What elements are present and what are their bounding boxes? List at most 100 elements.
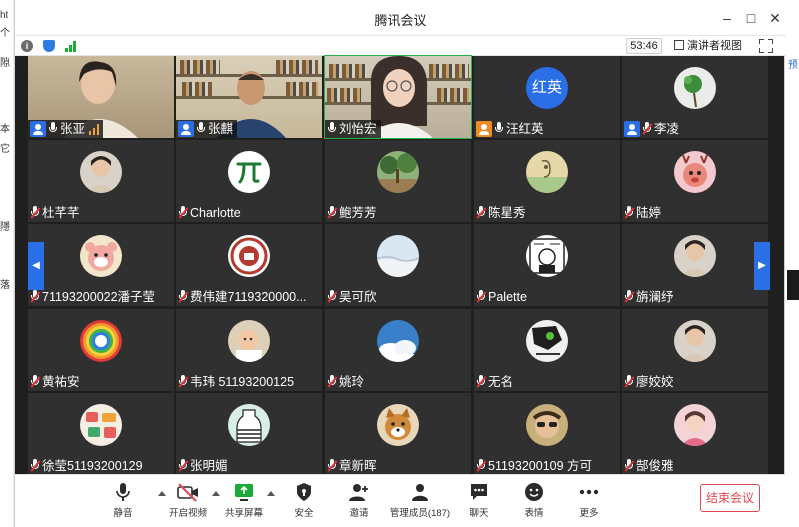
participant-name-bar: 旃澜纾 <box>622 288 678 306</box>
participant-name: 黄祐安 <box>42 375 80 389</box>
participant-tile[interactable]: 李凌 <box>622 56 768 138</box>
participant-tile[interactable]: 旃澜纾 <box>622 224 768 306</box>
shield-icon[interactable] <box>43 40 55 52</box>
speaker-view-button[interactable]: 演讲者视图 <box>674 38 742 54</box>
participant-avatar <box>228 404 270 446</box>
participant-name: 张麒 <box>208 122 234 136</box>
background-link[interactable]: 预 <box>788 56 798 71</box>
participant-avatar <box>526 404 568 446</box>
start-video-label: 开启视频 <box>168 508 207 519</box>
participant-tile[interactable]: Palette <box>474 224 620 306</box>
participant-tile[interactable]: 廖姣姣 <box>622 309 768 391</box>
participant-name: 费伟建7119320000... <box>190 290 307 304</box>
minimize-icon[interactable]: – <box>717 8 737 28</box>
participant-name: 吴可欣 <box>339 290 377 304</box>
participant-tile[interactable]: Charlotte <box>176 140 322 222</box>
participant-tile[interactable]: 姚玲 <box>325 309 471 391</box>
background-app-edge-right <box>785 0 799 527</box>
participant-tile[interactable]: 71193200022潘子莹 <box>28 224 174 306</box>
security-label: 安全 <box>294 508 314 519</box>
participant-name: 郜俊雅 <box>636 459 674 473</box>
close-icon[interactable]: ✕ <box>765 8 785 28</box>
participant-name: 鲍芳芳 <box>339 206 377 220</box>
mic-muted-icon <box>624 290 634 304</box>
participant-avatar <box>674 404 716 446</box>
grid-icon <box>674 40 684 50</box>
members-icon <box>409 482 431 502</box>
fullscreen-icon[interactable] <box>759 39 773 53</box>
participant-name: 杜芊芊 <box>42 206 80 220</box>
participant-tile[interactable]: 韦玮 51193200125 <box>176 309 322 391</box>
mic-muted-icon <box>476 290 486 304</box>
participant-tile[interactable]: 红英汪红英 <box>474 56 620 138</box>
participant-avatar <box>377 404 419 446</box>
participant-tile[interactable]: 无名 <box>474 309 620 391</box>
security-button[interactable]: 安全 <box>276 482 332 519</box>
participant-avatar: 红英 <box>526 67 568 109</box>
participant-name: 徐莹51193200129 <box>42 459 143 473</box>
window-title: 腾讯会议 <box>374 13 427 28</box>
host-user-icon <box>30 121 46 137</box>
mic-muted-icon <box>476 375 486 389</box>
manage-members-button[interactable]: 管理成员(187) <box>389 482 451 519</box>
participant-avatar <box>377 320 419 362</box>
participant-name: 陈星秀 <box>488 206 526 220</box>
mic-muted-icon <box>327 459 337 473</box>
end-meeting-button[interactable]: 结束会议 <box>700 484 760 512</box>
participant-avatar <box>674 151 716 193</box>
invite-user-icon <box>348 482 370 502</box>
participant-name-bar: 陆婷 <box>622 204 665 222</box>
participant-tile[interactable]: 吴可欣 <box>325 224 471 306</box>
participant-name-bar: 郜俊雅 <box>622 457 678 475</box>
participant-name-bar: 71193200022潘子莹 <box>28 288 159 306</box>
share-screen-button[interactable]: 共享屏幕 <box>216 482 272 519</box>
chat-button[interactable]: 聊天 <box>451 482 507 519</box>
reactions-label: 表情 <box>524 508 544 519</box>
participant-tile[interactable]: 刘怡宏 <box>324 55 472 139</box>
mute-button[interactable]: 静音 <box>95 482 151 519</box>
participant-tile[interactable]: 郜俊雅 <box>622 393 768 475</box>
participant-tile[interactable]: 张明媚 <box>176 393 322 475</box>
info-icon[interactable]: i <box>21 40 33 52</box>
signal-icon[interactable] <box>65 40 79 52</box>
speaker-view-label: 演讲者视图 <box>687 40 742 52</box>
invite-button[interactable]: 邀请 <box>331 482 387 519</box>
more-button[interactable]: 更多 <box>561 482 617 519</box>
mic-icon <box>494 122 504 136</box>
participant-name: 汪红英 <box>506 122 544 136</box>
camera-off-icon <box>177 482 199 502</box>
reactions-button[interactable]: 表情 <box>506 482 562 519</box>
mic-muted-icon <box>476 206 486 220</box>
meeting-window: 腾讯会议 – □ ✕ i 53:46 演讲者视图 张亚 张麒 刘怡宏 红英 汪红英 李凌杜… <box>14 0 786 527</box>
mic-muted-icon <box>476 459 486 473</box>
participant-tile[interactable]: 鲍芳芳 <box>325 140 471 222</box>
next-page-arrow-icon[interactable]: ▶ <box>754 242 770 290</box>
participant-tile[interactable]: 陆婷 <box>622 140 768 222</box>
participant-name: 李凌 <box>654 122 680 136</box>
participant-tile[interactable]: 徐莹51193200129 <box>28 393 174 475</box>
participant-avatar <box>526 320 568 362</box>
chat-label: 聊天 <box>469 508 489 519</box>
participant-tile[interactable]: 费伟建7119320000... <box>176 224 322 306</box>
title-bar[interactable]: 腾讯会议 – □ ✕ <box>15 0 786 36</box>
participant-tile[interactable]: 杜芊芊 <box>28 140 174 222</box>
participant-avatar <box>80 235 122 277</box>
participant-tile[interactable]: 陈星秀 <box>474 140 620 222</box>
bottom-toolbar: 静音 开启视频 共享屏幕 安全 邀请 管理成员(187) 聊天 表情 更多 结束… <box>15 474 786 527</box>
start-video-button[interactable]: 开启视频 <box>160 482 216 519</box>
prev-page-arrow-icon[interactable]: ◀ <box>28 242 44 290</box>
participant-tile[interactable]: 章新晖 <box>325 393 471 475</box>
background-text: 个 <box>0 28 10 39</box>
mic-muted-icon <box>624 459 634 473</box>
participant-tile[interactable]: 张亚 <box>28 56 174 138</box>
participant-tile[interactable]: 51193200109 方可 <box>474 393 620 475</box>
participant-tile[interactable]: 张麒 <box>176 56 322 138</box>
participant-name-bar: 51193200109 方可 <box>474 457 596 475</box>
maximize-icon[interactable]: □ <box>741 8 761 28</box>
background-text: ht <box>0 10 9 21</box>
participant-tile[interactable]: 黄祐安 <box>28 309 174 391</box>
mic-muted-icon <box>30 206 40 220</box>
participant-name: 51193200109 方可 <box>488 459 593 473</box>
background-app-edge <box>0 0 14 527</box>
share-options-caret-icon[interactable] <box>267 491 275 496</box>
